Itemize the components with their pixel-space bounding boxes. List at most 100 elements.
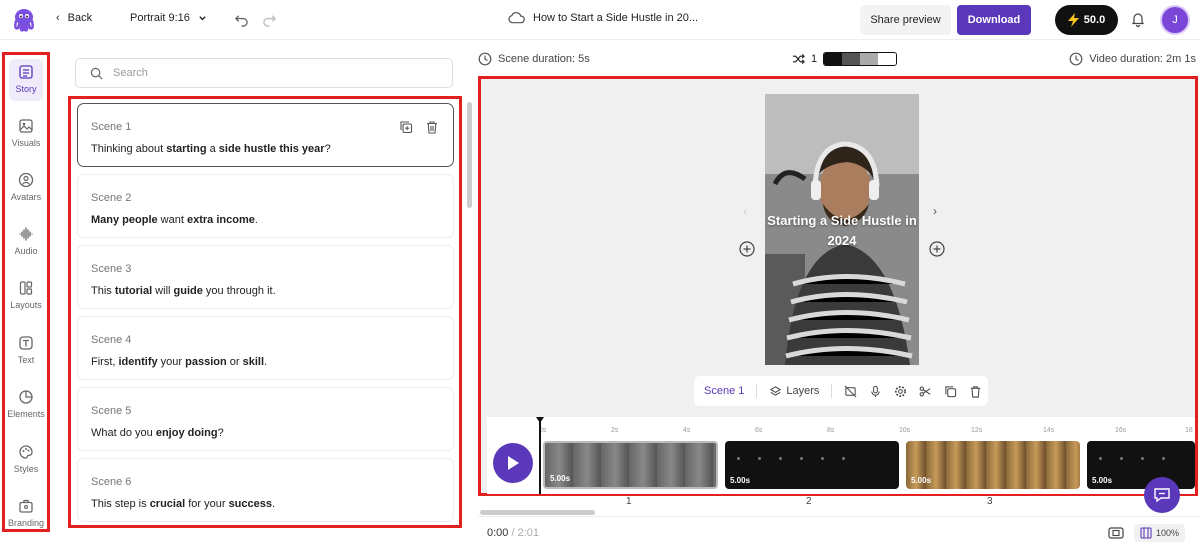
ruler-tick: 10s xyxy=(899,427,911,434)
settings-gear-icon[interactable] xyxy=(894,385,907,398)
zoom-control[interactable]: 100% xyxy=(1134,524,1186,542)
ruler-tick: 12s xyxy=(971,427,983,434)
scene-duration: Scene duration: 5s xyxy=(478,52,590,66)
chat-support-button[interactable] xyxy=(1144,477,1180,513)
video-caption[interactable]: Starting a Side Hustle in 2024 xyxy=(765,211,919,251)
duplicate-icon[interactable] xyxy=(944,385,957,398)
redo-icon[interactable] xyxy=(262,12,277,27)
scene-label: Scene 3 xyxy=(91,263,132,275)
briefcase-icon xyxy=(19,499,33,513)
chat-icon xyxy=(1154,488,1170,503)
back-button[interactable]: ‹ Back xyxy=(56,12,92,24)
sidebar-item-label: Avatars xyxy=(10,192,42,202)
trash-icon[interactable] xyxy=(969,385,982,398)
scene-text[interactable]: This tutorial will guide you through it. xyxy=(91,285,276,297)
sidebar-item-audio[interactable]: Audio xyxy=(5,217,47,265)
scene-card-3[interactable]: Scene 3 This tutorial will guide you thr… xyxy=(77,245,454,309)
scene-text[interactable]: What do you enjoy doing? xyxy=(91,427,224,439)
timeline-scene-number: 3 xyxy=(987,496,993,507)
clip-thumbnail-text xyxy=(1099,457,1165,460)
timeline-clip-3[interactable]: 5.00s xyxy=(906,441,1080,489)
credits-badge[interactable]: 50.0 xyxy=(1055,5,1118,35)
scene-card-1[interactable]: Scene 1 Thinking about starting a side h… xyxy=(77,103,454,167)
scene-list: Scene 1 Thinking about starting a side h… xyxy=(68,96,462,528)
cloud-icon xyxy=(508,12,525,24)
sidebar-item-label: Audio xyxy=(14,246,38,256)
timeline-clip-1[interactable]: 5.00s xyxy=(543,441,718,489)
scene-list-scrollbar[interactable] xyxy=(467,102,472,208)
scene-text[interactable]: Many people want extra income. xyxy=(91,214,258,226)
scene-card-5[interactable]: Scene 5 What do you enjoy doing? xyxy=(77,387,454,451)
undo-icon[interactable] xyxy=(234,12,249,27)
scene-text[interactable]: This step is crucial for your success. xyxy=(91,498,275,510)
video-preview[interactable]: Starting a Side Hustle in 2024 xyxy=(765,94,919,365)
scene-card-6[interactable]: Scene 6 This step is crucial for your su… xyxy=(77,458,454,522)
scissors-icon[interactable] xyxy=(919,385,932,398)
bell-icon[interactable] xyxy=(1130,11,1146,27)
sidebar-item-visuals[interactable]: Visuals xyxy=(5,109,47,157)
timeline-playhead[interactable] xyxy=(536,417,544,494)
scene-text[interactable]: First, identify your passion or skill. xyxy=(91,356,267,368)
sidebar-item-label: Visuals xyxy=(11,138,41,148)
sidebar-item-layouts[interactable]: Layouts xyxy=(5,271,47,319)
fit-view-icon[interactable] xyxy=(1108,526,1124,540)
image-icon xyxy=(19,119,33,133)
credits-value: 50.0 xyxy=(1083,14,1106,26)
timeline-ruler: 0s 2s 4s 6s 8s 10s 12s 14s 16s 18 xyxy=(539,427,1195,439)
sidebar-item-styles[interactable]: Styles xyxy=(5,435,47,483)
scene-label: Scene 5 xyxy=(91,405,132,417)
sidebar-item-story[interactable]: Story xyxy=(5,55,47,103)
toolbar-divider xyxy=(756,384,758,398)
hide-media-icon[interactable] xyxy=(844,385,857,398)
microphone-icon[interactable] xyxy=(869,385,882,398)
aspect-ratio-label: Portrait 9:16 xyxy=(130,12,190,24)
preview-panel: ‹ › Starting a Side Hustle in 2024 Scene… xyxy=(478,76,1198,496)
chevron-down-icon xyxy=(199,15,206,20)
download-button[interactable]: Download xyxy=(957,5,1031,35)
toolbar-scene-label[interactable]: Scene 1 xyxy=(704,385,744,397)
search-placeholder: Search xyxy=(113,67,148,79)
clock-icon xyxy=(1069,52,1083,66)
layers-button[interactable]: Layers xyxy=(769,385,819,398)
trash-icon[interactable] xyxy=(425,120,439,134)
project-title-text: How to Start a Side Hustle in 20... xyxy=(533,11,699,24)
sidebar-item-elements[interactable]: Elements xyxy=(5,380,47,428)
timeline-clip-4[interactable]: 5.00s xyxy=(1087,441,1195,489)
share-preview-button[interactable]: Share preview xyxy=(860,5,951,35)
scene-card-4[interactable]: Scene 4 First, identify your passion or … xyxy=(77,316,454,380)
ruler-tick: 18 xyxy=(1185,427,1193,434)
user-avatar[interactable]: J xyxy=(1160,5,1190,35)
sidebar-item-label: Styles xyxy=(13,464,39,474)
ruler-tick: 14s xyxy=(1043,427,1055,434)
aspect-ratio-dropdown[interactable]: Portrait 9:16 xyxy=(130,12,207,24)
prev-scene-chevron-icon[interactable]: ‹ xyxy=(743,204,747,218)
shuffle-icon xyxy=(792,53,805,65)
scene-label: Scene 6 xyxy=(91,476,132,488)
project-title[interactable]: How to Start a Side Hustle in 20... xyxy=(508,11,698,24)
timeline-clip-2[interactable]: 5.00s xyxy=(725,441,899,489)
story-icon xyxy=(19,65,33,79)
octopus-logo-icon[interactable] xyxy=(10,6,38,34)
timeline-scrollbar[interactable] xyxy=(480,510,595,515)
swatch-2 xyxy=(842,53,861,65)
scene-card-2[interactable]: Scene 2 Many people want extra income. xyxy=(77,174,454,238)
add-scene-before-icon[interactable] xyxy=(739,241,755,257)
chevron-left-icon: ‹ xyxy=(56,12,60,24)
color-shuffle[interactable]: 1 xyxy=(792,52,898,66)
sidebar-item-text[interactable]: Text xyxy=(5,326,47,374)
shuffle-count: 1 xyxy=(811,53,818,65)
divider xyxy=(478,516,1200,517)
sidebar-item-branding[interactable]: Branding xyxy=(5,489,47,537)
timeline-zoom-icon xyxy=(1140,527,1152,539)
sidebar-item-avatars[interactable]: Avatars xyxy=(5,163,47,211)
scene-label: Scene 1 xyxy=(91,121,132,133)
add-scene-after-icon[interactable] xyxy=(929,241,945,257)
scene-text[interactable]: Thinking about starting a side hustle th… xyxy=(91,143,331,155)
play-button[interactable] xyxy=(493,443,533,483)
duplicate-icon[interactable] xyxy=(399,120,413,134)
color-swatches[interactable] xyxy=(823,52,898,66)
zoom-value: 100% xyxy=(1156,528,1180,538)
scene-search-input[interactable]: Search xyxy=(75,58,453,88)
timeline: 0s 2s 4s 6s 8s 10s 12s 14s 16s 18 5.00s … xyxy=(487,417,1195,494)
next-scene-chevron-icon[interactable]: › xyxy=(933,204,937,218)
